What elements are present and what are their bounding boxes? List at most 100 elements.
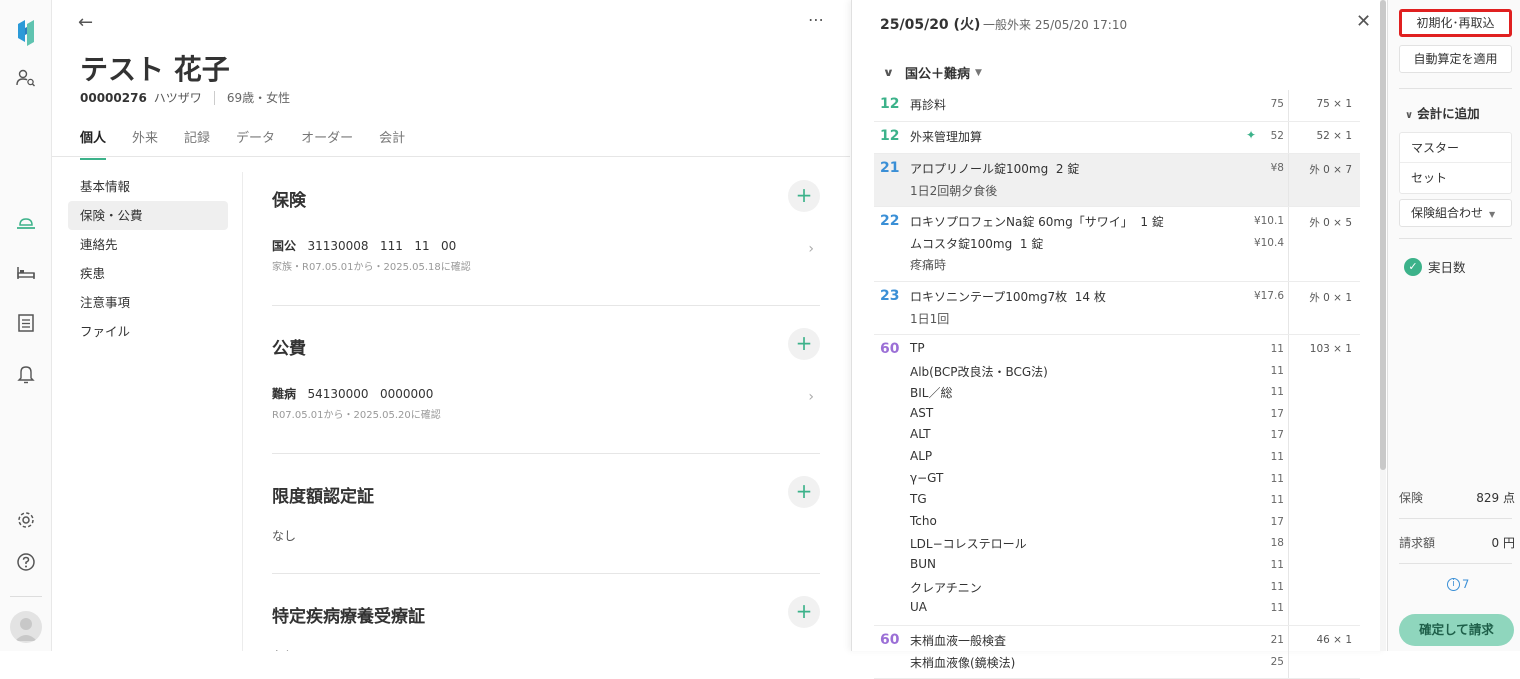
subnav-basic-info[interactable]: 基本情報	[68, 172, 228, 201]
item-quantity: 外 0 × 1	[1309, 292, 1352, 304]
check-circle-icon: ✓	[1404, 257, 1422, 276]
apply-auto-calc-button[interactable]: 自動算定を適用	[1399, 45, 1512, 73]
back-arrow-icon[interactable]: ←	[78, 12, 93, 33]
icon-rail	[0, 0, 52, 651]
column-divider	[1288, 90, 1289, 121]
add-limit-certificate-button[interactable]: +	[788, 476, 820, 508]
item-category-code: 23	[880, 288, 900, 304]
subnav-divider	[242, 172, 243, 651]
billing-item-group[interactable]: 21 アロプリノール錠100mg 2 錠 1日2回朝夕食後 ¥8 外 0 × 7	[874, 154, 1360, 207]
insurance-group-label: 国公＋難病	[904, 67, 970, 82]
add-specific-disease-button[interactable]: +	[788, 596, 820, 628]
info-count: 7	[1462, 577, 1470, 591]
patient-search-icon[interactable]	[11, 63, 41, 93]
app-logo-icon[interactable]	[11, 16, 41, 46]
patient-age-sex: 69歳・女性	[226, 91, 291, 105]
more-menu-icon[interactable]: ⋯	[808, 10, 825, 29]
item-name: γ−GT	[910, 470, 944, 485]
public-expense-entry-main: 難病 54130000 0000000	[272, 385, 820, 402]
gear-icon[interactable]	[11, 505, 41, 535]
add-to-billing-toggle[interactable]: ∨ 会計に追加	[1405, 103, 1480, 122]
item-name: Tcho	[910, 513, 937, 528]
public-expense-type: 難病	[272, 387, 297, 401]
item-name: AST	[910, 405, 934, 420]
item-category-code: 60	[880, 632, 900, 648]
drawer-scrollbar[interactable]	[1380, 0, 1386, 651]
reset-reimport-button[interactable]: 初期化･再取込	[1399, 9, 1512, 37]
sparkle-icon: ✦	[1245, 128, 1256, 142]
billing-item-group[interactable]: 60 TP Alb(BCP改良法・BCG法) BIL／総 AST ALT ALP γ−GT TG…	[874, 335, 1360, 626]
public-expense-entry[interactable]: 難病 54130000 0000000 R07.05.01から・2025.05.…	[272, 385, 820, 421]
item-quantity: 外 0 × 5	[1309, 217, 1352, 229]
insurance-combo-dropdown[interactable]: 保険組合わせ ▼	[1399, 199, 1512, 227]
item-usage: 1日1回	[910, 311, 950, 326]
billing-item-group[interactable]: 22 ロキソプロフェンNa錠 60mg「サワイ」 1 錠ムコスタ錠100mg 1 …	[874, 207, 1360, 282]
item-points: 11	[1270, 580, 1284, 593]
item-name: ロキソプロフェンNa錠 60mg「サワイ」 1 錠	[910, 215, 1164, 229]
chevron-down-icon: ∨	[882, 66, 895, 79]
limit-certificate-title: 限度額認定証	[272, 487, 374, 507]
list-icon[interactable]	[11, 308, 41, 338]
add-set-item[interactable]: セット	[1400, 163, 1511, 193]
item-name: 末梢血液一般検査	[910, 634, 1007, 648]
item-quantity: 75 × 1	[1316, 98, 1352, 110]
confirm-and-bill-button[interactable]: 確定して請求	[1399, 614, 1514, 646]
item-name: 再診料	[910, 98, 947, 112]
item-points: 11	[1270, 472, 1284, 485]
billing-item-group[interactable]: 12 外来管理加算 52 ✦ 52 × 1	[874, 122, 1360, 154]
item-points: 11	[1270, 343, 1284, 355]
patient-kana: ハツザワ	[153, 91, 202, 105]
section-divider	[272, 305, 820, 306]
column-divider	[1288, 335, 1289, 625]
item-points: 52	[1270, 130, 1284, 142]
add-public-expense-button[interactable]: +	[788, 328, 820, 360]
bed-icon[interactable]	[11, 258, 41, 288]
add-insurance-button[interactable]: +	[788, 180, 820, 212]
public-expense-numbers: 54130000 0000000	[307, 387, 434, 401]
subnav-notes[interactable]: 注意事項	[68, 288, 228, 317]
add-to-billing-heading: 会計に追加	[1417, 106, 1480, 121]
help-icon[interactable]	[11, 547, 41, 577]
item-points: ¥10.1	[1253, 215, 1284, 227]
action-column: 初期化･再取込 自動算定を適用 ∨ 会計に追加 マスター セット 保険組合わせ ▼ …	[1387, 0, 1520, 651]
item-name: 末梢血液像(鏡検法)	[910, 655, 1016, 670]
add-master-item[interactable]: マスター	[1400, 133, 1511, 163]
info-notice[interactable]: i7	[1447, 577, 1469, 591]
item-points: 11	[1270, 451, 1284, 463]
item-points: 11	[1270, 559, 1284, 571]
billing-item-group[interactable]: 60 末梢血液一般検査 末梢血液像(鏡検法) 21 25 46 × 1	[874, 626, 1360, 679]
caret-down-icon: ▼	[1489, 210, 1496, 219]
actual-days-toggle[interactable]: ✓ 実日数	[1404, 257, 1466, 276]
bell-icon[interactable]	[11, 359, 41, 389]
item-name: ロキソニンテープ100mg7枚 14 枚	[910, 290, 1106, 304]
insurance-entry-main: 国公 31130008 111 11 00	[272, 237, 820, 254]
subnav-files[interactable]: ファイル	[68, 317, 228, 346]
subnav-insurance[interactable]: 保険・公費	[68, 201, 228, 230]
item-points: 17	[1270, 407, 1284, 420]
visit-date: 25/05/20 (火)	[880, 17, 981, 33]
personal-subnav: 基本情報 保険・公費 連絡先 疾患 注意事項 ファイル	[68, 172, 228, 346]
insurance-entry-sub: 家族・R07.05.01から・2025.05.18に確認	[272, 262, 471, 273]
subnav-diseases[interactable]: 疾患	[68, 259, 228, 288]
close-icon[interactable]: ✕	[1356, 11, 1371, 32]
subnav-contacts[interactable]: 連絡先	[68, 230, 228, 259]
patient-id: 00000276	[80, 90, 147, 105]
insurance-total-label: 保険	[1399, 491, 1424, 505]
item-name: UA	[910, 600, 927, 615]
insurance-numbers: 31130008 111 11 00	[307, 239, 457, 253]
insurance-group-toggle[interactable]: ∨ 国公＋難病 ▼	[882, 63, 982, 82]
rail-divider	[10, 596, 42, 597]
insurance-entry[interactable]: 国公 31130008 111 11 00 家族・R07.05.01から・202…	[272, 237, 820, 273]
avatar[interactable]	[10, 611, 42, 643]
billing-item-group[interactable]: 23 ロキソニンテープ100mg7枚 14 枚 1日1回 ¥17.6 外 0 × 1	[874, 282, 1360, 335]
drawer-scrollthumb[interactable]	[1380, 0, 1386, 470]
item-quantity: 外 0 × 7	[1309, 164, 1352, 176]
billing-item-group[interactable]: 12 再診料 75 75 × 1	[874, 90, 1360, 122]
reception-icon[interactable]	[11, 208, 41, 238]
info-icon: i	[1447, 577, 1460, 591]
patient-panel: ← ⋯ テスト 花子 00000276 ハツザワ 69歳・女性 個人 外来 記録…	[52, 0, 850, 651]
item-name: BUN	[910, 557, 936, 571]
item-points: 18	[1270, 537, 1284, 550]
public-expense-section: 公費 + 難病 54130000 0000000 R07.05.01から・202…	[272, 328, 820, 454]
item-category-code: 21	[880, 160, 900, 176]
